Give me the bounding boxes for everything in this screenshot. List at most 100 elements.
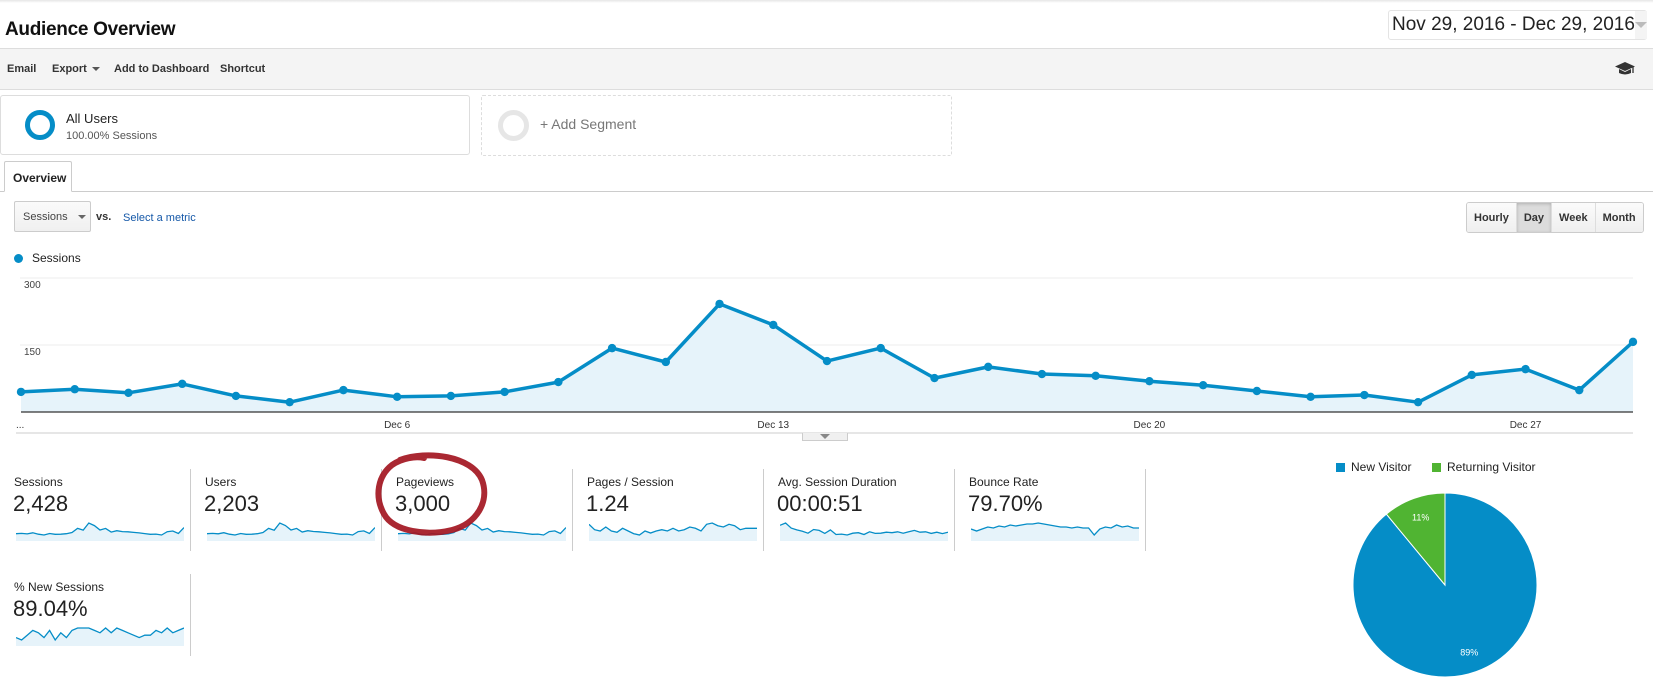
y-tick-label: 150 [24,347,41,358]
metric-label: Sessions [14,475,63,489]
sessions-point[interactable] [1198,381,1208,390]
pie-legend-returning[interactable]: Returning Visitor [1432,460,1536,474]
sessions-legend-dot [14,254,23,263]
granularity-hourly[interactable]: Hourly [1467,203,1517,232]
metric-dropdown-value: Sessions [23,210,68,223]
new-visitor-swatch [1336,462,1345,472]
granularity-week[interactable]: Week [1552,203,1596,232]
sessions-point[interactable] [984,362,993,372]
sessions-point[interactable] [231,391,241,401]
pie-legend-new[interactable]: New Visitor [1336,460,1411,474]
metric-sparkline [589,522,757,541]
export-button[interactable]: Export [52,63,100,75]
sessions-point[interactable] [822,356,832,366]
sessions-point[interactable] [1145,376,1154,386]
metric-label: Users [205,475,237,489]
sessions-point[interactable] [1252,386,1262,396]
sessions-point[interactable] [876,343,885,353]
sessions-point[interactable] [715,299,724,309]
caret-down-icon [77,214,86,219]
sparkline-area [207,523,375,541]
returning-visitor-swatch [1432,462,1441,472]
y-tick-label: 300 [24,280,41,291]
top-shadow [0,0,1653,3]
sessions-point[interactable] [285,397,294,407]
visitor-pie-chart: 89% 11% [1352,492,1538,678]
metric-label: % New Sessions [14,580,105,594]
metric-sparkline [207,522,375,541]
metric-card[interactable]: Avg. Session Duration 00:00:51 [764,469,955,551]
metric-value: 1.24 [586,491,629,516]
metric-label: Avg. Session Duration [778,475,897,489]
segment-all-users[interactable]: All Users 100.00% Sessions [0,95,470,155]
sessions-point[interactable] [70,385,79,394]
add-to-dashboard-button[interactable]: Add to Dashboard [114,63,209,75]
metric-dropdown[interactable]: Sessions [14,201,91,232]
sessions-point[interactable] [178,379,187,389]
sessions-point[interactable] [1306,392,1315,402]
sessions-point[interactable] [339,385,348,395]
chevron-down-icon [1634,22,1647,28]
caret-down-icon [91,67,100,71]
metric-sparkline [16,522,184,541]
x-tick-label: Dec 13 [757,420,789,431]
x-tick-label: Dec 6 [384,420,411,431]
sessions-point[interactable] [1091,371,1100,381]
sessions-point[interactable] [124,388,133,397]
sessions-point[interactable] [1521,364,1530,374]
sessions-point[interactable] [1628,337,1638,347]
sessions-point[interactable] [769,320,778,330]
metric-value: 2,428 [13,491,69,516]
metric-sparkline [398,522,566,541]
sessions-point[interactable] [500,387,509,397]
tab-divider [0,191,1653,192]
metric-card[interactable]: Pageviews 3,000 [382,469,573,551]
metric-label: Pageviews [396,475,455,489]
sessions-point[interactable] [16,387,26,397]
sessions-point[interactable] [1413,397,1423,407]
x-tick-label: ... [16,420,24,431]
sessions-point[interactable] [446,391,456,401]
granularity-day[interactable]: Day [1516,203,1553,232]
chart-collapse-handle[interactable] [802,433,848,441]
metric-value: 2,203 [204,491,260,516]
date-range-picker[interactable]: Nov 29, 2016 - Dec 29, 2016 [1388,10,1647,40]
metric-card[interactable]: Sessions 2,428 [0,469,191,551]
sparkline-area [398,523,566,541]
metric-label: Bounce Rate [969,475,1039,489]
sessions-point[interactable] [607,343,617,353]
graduation-cap-icon[interactable] [1615,61,1635,77]
sessions-point[interactable] [554,377,563,387]
metric-value: 89.04% [13,596,88,621]
sessions-point[interactable] [1360,390,1369,400]
sessions-point[interactable] [1037,369,1047,379]
sessions-point[interactable] [661,357,670,367]
metric-sparkline [16,627,184,646]
pie-slice-label: 89% [1460,648,1478,658]
sessions-point[interactable] [930,373,939,383]
metric-value: 79.70% [968,491,1043,516]
report-toolbar: Email Export Add to Dashboard Shortcut [0,48,1653,90]
metric-card[interactable]: Bounce Rate 79.70% [955,469,1146,551]
sessions-point[interactable] [392,392,402,402]
select-metric-link[interactable]: Select a metric [123,212,196,224]
segment-ring-icon [25,110,55,140]
add-segment-button[interactable]: + Add Segment [481,95,952,156]
date-range-dropdown[interactable] [1634,11,1647,39]
shortcut-button[interactable]: Shortcut [220,63,265,75]
sessions-line-chart[interactable]: 150 300... Dec 6 Dec 13 Dec 20 Dec 27 [0,265,1653,435]
tab-overview[interactable]: Overview [4,161,72,192]
sparkline-area [16,523,184,541]
sessions-point[interactable] [1467,370,1477,380]
pie-slice-label: 11% [1412,512,1429,522]
granularity-month[interactable]: Month [1595,203,1643,232]
email-button[interactable]: Email [7,63,36,75]
x-tick-label: Dec 20 [1134,420,1166,431]
vs-label: vs. [96,211,112,223]
sparkline-area [16,628,184,646]
metric-card[interactable]: Pages / Session 1.24 [573,469,764,551]
metric-card[interactable]: % New Sessions 89.04% [0,574,191,656]
sessions-point[interactable] [1575,385,1584,395]
granularity-toggle: Hourly Day Week Month [1466,202,1644,233]
metric-card[interactable]: Users 2,203 [191,469,382,551]
